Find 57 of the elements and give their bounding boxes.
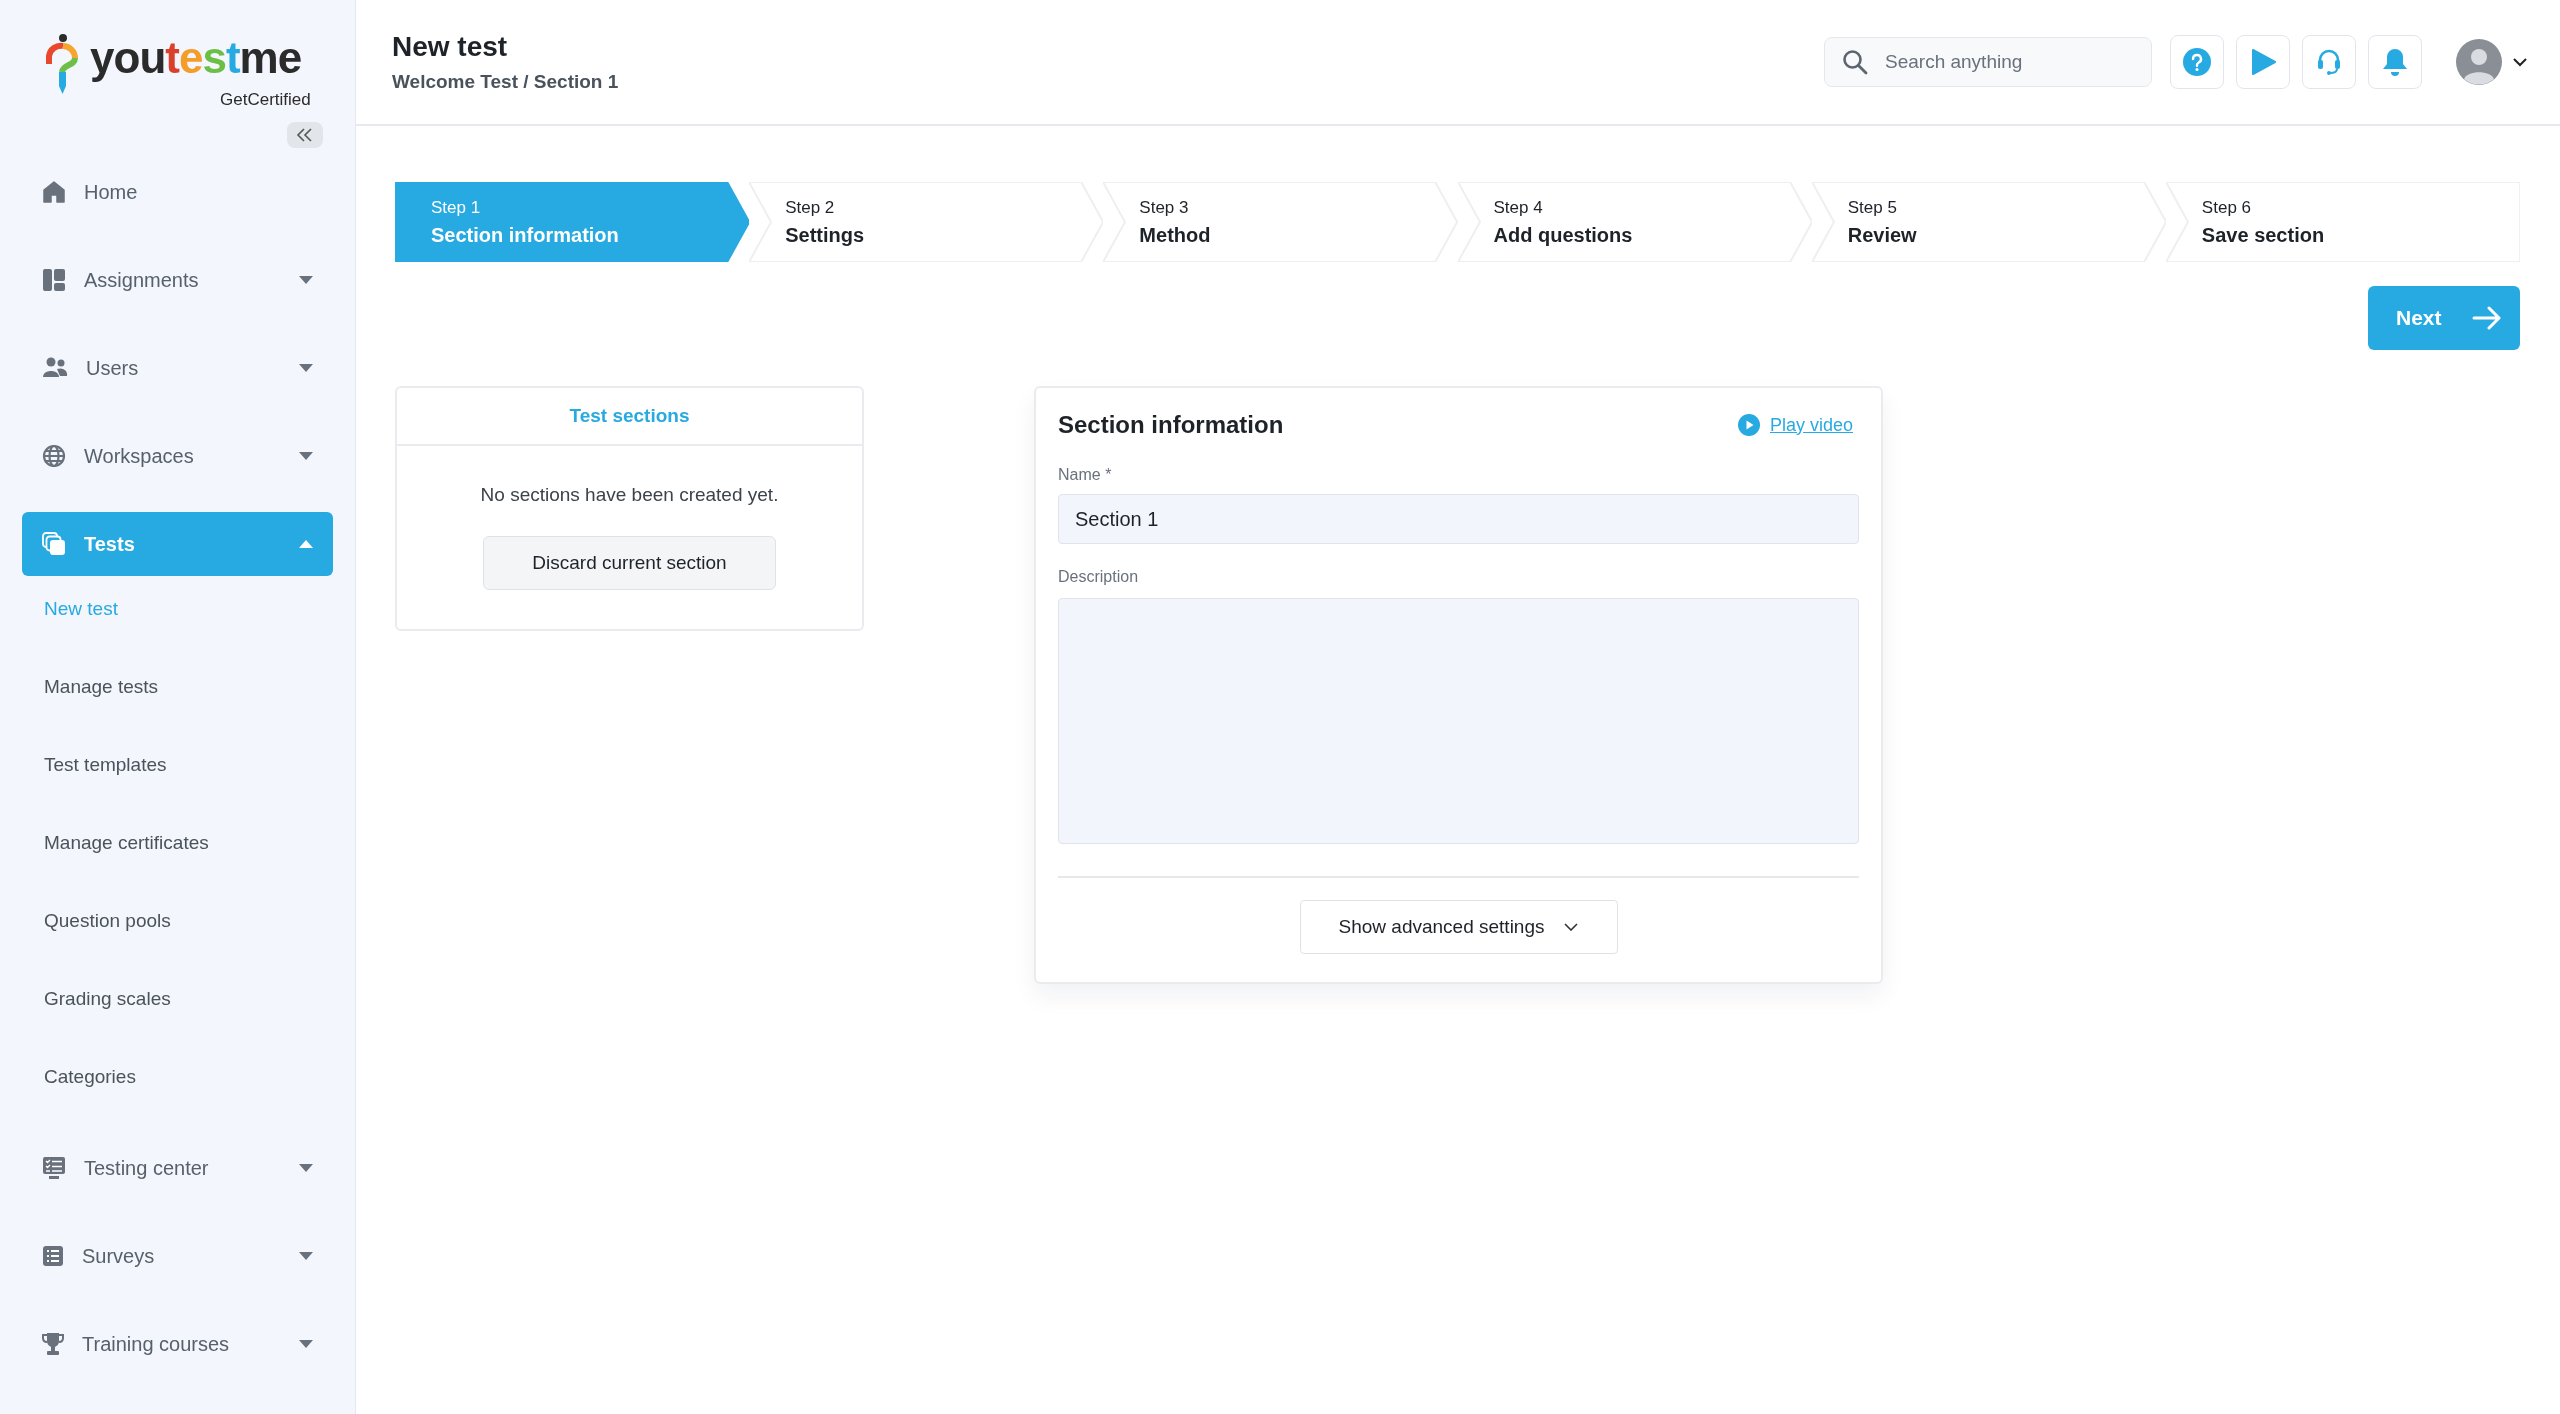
nav-item[interactable]: Home: [22, 160, 333, 224]
home-icon: [42, 180, 66, 204]
list-icon: [42, 1245, 64, 1267]
search-icon: [1842, 49, 1868, 75]
field-label: Description: [1058, 568, 1140, 586]
users-icon: [42, 357, 68, 379]
logo-tagline: GetCertified: [220, 90, 311, 110]
wizard-step[interactable]: Step 4 Add questions: [1457, 182, 1812, 262]
nav-item[interactable]: Users: [22, 336, 333, 400]
card-title: Section information: [1058, 411, 1284, 439]
nav-item[interactable]: Training courses: [22, 1312, 333, 1376]
help-button[interactable]: [2170, 35, 2224, 89]
play-button[interactable]: [2236, 35, 2290, 89]
card-header: Test sections: [397, 388, 862, 446]
headset-icon: [2316, 48, 2342, 76]
play-circle-icon: [1737, 414, 1760, 436]
globe-icon: [42, 444, 66, 468]
wizard-step[interactable]: Step 6 Save section: [2165, 182, 2521, 262]
support-button[interactable]: [2302, 35, 2356, 89]
monitor-icon: [42, 1156, 66, 1180]
trophy-icon: [42, 1332, 64, 1356]
empty-message: No sections have been created yet.: [479, 484, 780, 506]
chevron-down-icon[interactable]: [2512, 57, 2528, 67]
nav-subitem[interactable]: Test templates: [22, 738, 333, 792]
notifications-button[interactable]: [2368, 35, 2422, 89]
wizard-step[interactable]: Step 5 Review: [1811, 182, 2166, 262]
breadcrumb: Welcome Test / Section 1: [392, 71, 619, 93]
field-label: Name *: [1058, 466, 1113, 484]
nav-subitem[interactable]: Question pools: [22, 894, 333, 948]
page-title: New test: [392, 31, 508, 63]
nav-item[interactable]: Assignments: [22, 248, 333, 312]
chevron-down-icon: [1564, 923, 1579, 931]
help-icon: [2183, 48, 2211, 76]
search-field[interactable]: Search anything: [1824, 37, 2152, 87]
double-chevron-left-icon: [296, 127, 314, 143]
advanced-settings-button[interactable]: Show advanced settings: [1299, 900, 1618, 954]
bell-icon: [2381, 47, 2409, 77]
wizard-step[interactable]: Step 2 Settings: [749, 182, 1104, 262]
logo-wordmark: youtestme: [90, 34, 302, 82]
user-avatar[interactable]: [2456, 39, 2502, 85]
wizard-step[interactable]: Step 3 Method: [1103, 182, 1458, 262]
nav-item[interactable]: Testing center: [22, 1136, 333, 1200]
copies-icon: [42, 532, 66, 556]
name-input-field[interactable]: Section 1: [1058, 494, 1859, 544]
nav-subitem[interactable]: Manage certificates: [22, 816, 333, 870]
nav-subitem[interactable]: Grading scales: [22, 972, 333, 1026]
dashboard-icon: [42, 268, 66, 292]
nav-subitem[interactable]: Categories: [22, 1050, 333, 1104]
nav-item[interactable]: Workspaces: [22, 424, 333, 488]
nav-item[interactable]: Surveys: [22, 1224, 333, 1288]
logo-icon: [46, 34, 80, 96]
description-input-field[interactable]: [1058, 598, 1859, 844]
play-icon: [2249, 48, 2277, 76]
collapse-sidebar-button[interactable]: [287, 122, 323, 148]
nav-subitem[interactable]: Manage tests: [22, 660, 333, 714]
arrow-right-icon: [2472, 306, 2502, 330]
discard-section-button[interactable]: Discard current section: [483, 536, 776, 590]
